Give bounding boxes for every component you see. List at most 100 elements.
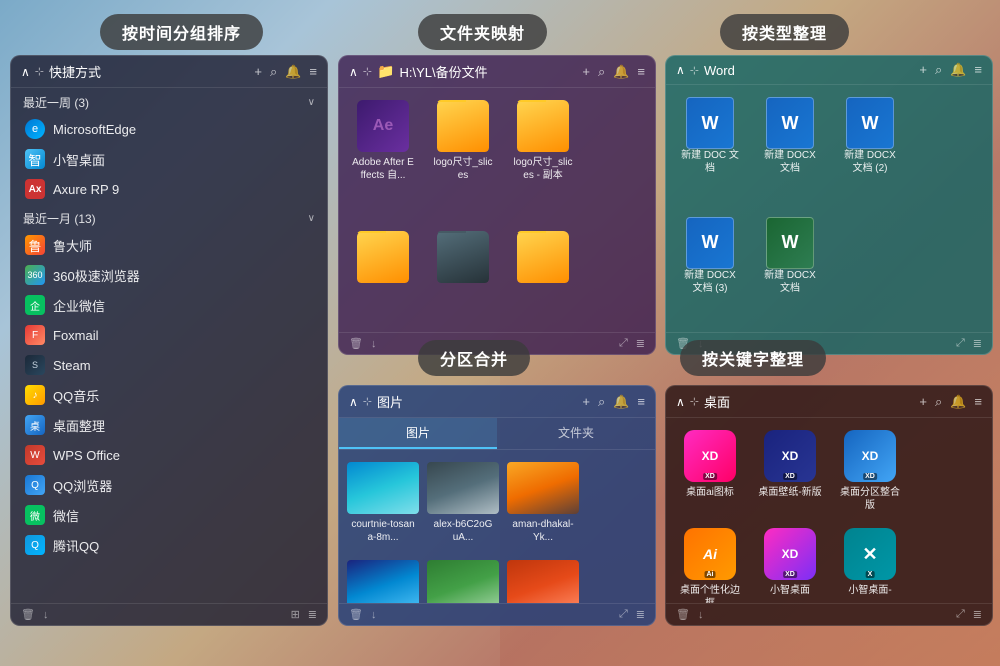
plus-icon[interactable]: +: [919, 394, 927, 410]
plus-icon[interactable]: +: [254, 64, 262, 80]
file-item-folder6[interactable]: [507, 227, 579, 324]
list-item-wechat[interactable]: 微 微信: [11, 500, 327, 530]
doc-item-1[interactable]: W 新建 DOC 文档: [674, 93, 746, 205]
menu-icon[interactable]: ≡: [974, 394, 982, 410]
search-icon[interactable]: ⌕: [270, 64, 277, 80]
trash-icon[interactable]: 🗑: [676, 608, 690, 621]
360-label: 360极速浏览器: [53, 266, 140, 285]
doc-item-2[interactable]: W 新建 DOCX 文档: [754, 93, 826, 205]
expand-icon[interactable]: ⤢: [956, 337, 965, 350]
search-icon[interactable]: ⌕: [598, 64, 605, 80]
list-item-qq-browser[interactable]: Q QQ浏览器: [11, 470, 327, 500]
tab-images[interactable]: 图片: [339, 418, 497, 449]
file-item-ae-folder[interactable]: Ae Adobe After Effects 自...: [347, 96, 419, 219]
file-item-logo2[interactable]: logo尺寸_slices - 副本: [507, 96, 579, 219]
file-item-folder5[interactable]: [427, 227, 499, 324]
bell-icon[interactable]: 🔔: [950, 394, 966, 410]
list-icon[interactable]: ≣: [636, 337, 645, 350]
ai-icon: Ai Ai: [684, 528, 736, 580]
doc-item-4[interactable]: W 新建 DOCX 文档 (3): [674, 213, 746, 325]
search-icon[interactable]: ⌕: [935, 62, 942, 78]
app-item-2[interactable]: XD XD 桌面壁纸-新版: [754, 426, 826, 516]
app-item-4[interactable]: Ai Ai 桌面个性化边框: [674, 524, 746, 603]
list-item-luda[interactable]: 鲁 鲁大师: [11, 230, 327, 260]
list-item-xiaozhi[interactable]: 智 小智桌面: [11, 144, 327, 174]
list-icon[interactable]: ≣: [973, 337, 982, 350]
expand-icon[interactable]: ⤢: [619, 337, 628, 350]
bell-icon[interactable]: 🔔: [285, 64, 301, 80]
group-recent-month[interactable]: 最近一月 (13) ∨: [11, 204, 327, 230]
img-thumb-mountain: [427, 462, 499, 514]
folder-header-icon: 📁: [377, 63, 394, 80]
list-item-qq-music[interactable]: ♪ QQ音乐: [11, 380, 327, 410]
arrow-down-icon[interactable]: ↓: [698, 609, 704, 621]
trash-icon[interactable]: 🗑: [349, 337, 363, 350]
img-item-3[interactable]: aman-dhakal-Yk...: [507, 458, 579, 548]
qq-label: 腾讯QQ: [53, 536, 99, 555]
bell-icon[interactable]: 🔔: [613, 64, 629, 80]
list-item-foxmail[interactable]: F Foxmail: [11, 320, 327, 350]
menu-icon[interactable]: ≡: [637, 394, 645, 410]
list-item-desktop-sort[interactable]: 桌 桌面整理: [11, 410, 327, 440]
arrow-down-icon[interactable]: ↓: [371, 338, 377, 350]
app-item-1[interactable]: XD XD 桌面ai图标: [674, 426, 746, 516]
trash-icon[interactable]: 🗑: [349, 608, 363, 621]
bell-icon[interactable]: 🔔: [613, 394, 629, 410]
plus-icon[interactable]: +: [919, 62, 927, 78]
xd-badge-1: XD: [703, 473, 717, 480]
pin-icon: ⊹: [35, 65, 44, 78]
img-item-4[interactable]: john-rodenn-ca...: [347, 556, 419, 603]
file-item-folder4[interactable]: [347, 227, 419, 324]
x-badge: X: [866, 571, 875, 578]
bell-icon[interactable]: 🔔: [950, 62, 966, 78]
list-item-wechat-work[interactable]: 企 企业微信: [11, 290, 327, 320]
list-icon[interactable]: ≣: [973, 608, 982, 621]
menu-icon[interactable]: ≡: [974, 62, 982, 78]
list-icon[interactable]: ≣: [636, 608, 645, 621]
list-icon[interactable]: ≣: [308, 608, 317, 621]
xd-badge-2: XD: [783, 473, 797, 480]
doc-icon-3: W: [846, 97, 894, 149]
doc-item-5[interactable]: W 新建 DOCX 文档: [754, 213, 826, 325]
expand-icon[interactable]: ⤢: [956, 608, 965, 621]
grid-icon[interactable]: ⊞: [291, 608, 300, 621]
doc1-label: 新建 DOC 文档: [678, 149, 742, 175]
arrow-down-icon[interactable]: ↓: [43, 609, 49, 621]
list-item-microsoftedge[interactable]: e MicrosoftEdge: [11, 114, 327, 144]
list-item-qq[interactable]: Q 腾讯QQ: [11, 530, 327, 560]
file-item-logo1[interactable]: logo尺寸_slices: [427, 96, 499, 219]
app-item-5[interactable]: XD XD 小智桌面: [754, 524, 826, 603]
search-icon[interactable]: ⌕: [598, 394, 605, 410]
app-item-3[interactable]: XD XD 桌面分区整合版: [834, 426, 906, 516]
arrow-down-icon[interactable]: ↓: [371, 609, 377, 621]
plus-icon[interactable]: +: [582, 394, 590, 410]
img-item-5[interactable]: hellorf_2235347686: [427, 556, 499, 603]
menu-icon[interactable]: ≡: [637, 64, 645, 80]
search-icon[interactable]: ⌕: [935, 394, 942, 410]
img-item-2[interactable]: alex-b6C2oGuA...: [427, 458, 499, 548]
list-item-axure[interactable]: Ax Axure RP 9: [11, 174, 327, 204]
list-item-steam[interactable]: S Steam: [11, 350, 327, 380]
menu-icon[interactable]: ≡: [309, 64, 317, 80]
foxmail-label: Foxmail: [53, 328, 99, 343]
trash-icon[interactable]: 🗑: [21, 608, 35, 621]
chevron-up-icon: ∧: [349, 65, 358, 79]
img3-label: aman-dhakal-Yk...: [511, 518, 575, 544]
folder5-thumb: [437, 231, 489, 283]
plus-icon[interactable]: +: [582, 64, 590, 80]
tab-folders[interactable]: 文件夹: [497, 418, 655, 449]
img1-label: courtnie-tosana-8m...: [351, 518, 415, 544]
doc-item-3[interactable]: W 新建 DOCX 文档 (2): [834, 93, 906, 205]
type-sort-title: Word: [704, 63, 914, 78]
app-item-6[interactable]: ✕ X 小智桌面-: [834, 524, 906, 603]
img-item-6[interactable]: hellorf_2236799393: [507, 556, 579, 603]
img-item-1[interactable]: courtnie-tosana-8m...: [347, 458, 419, 548]
list-item-360[interactable]: 360 360极速浏览器: [11, 260, 327, 290]
list-item-wps[interactable]: W WPS Office: [11, 440, 327, 470]
app4-label: 桌面个性化边框: [678, 584, 742, 603]
pin-icon: ⊹: [363, 65, 372, 78]
label-type-sort: 按类型整理: [720, 14, 849, 50]
expand-icon[interactable]: ⤢: [619, 608, 628, 621]
group-recent-week[interactable]: 最近一周 (3) ∨: [11, 88, 327, 114]
xd-badge-3: XD: [863, 473, 877, 480]
